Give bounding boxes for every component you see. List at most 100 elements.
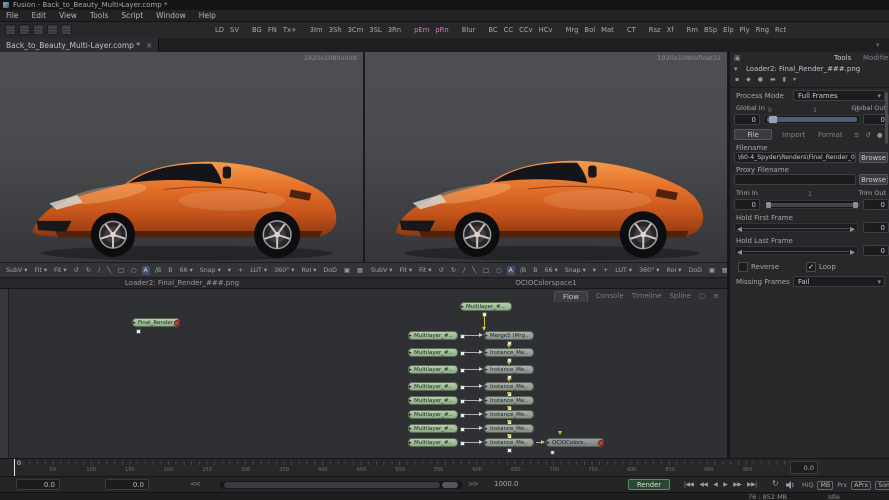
step-back-button[interactable]: ◀ xyxy=(711,482,719,488)
flow-node-instance[interactable]: Instance_Me.. xyxy=(484,424,534,433)
trim-range-track[interactable] xyxy=(764,200,860,209)
go-last-button[interactable]: ▶▶| xyxy=(745,482,758,488)
hold-first-slider[interactable]: ◀ ▶ xyxy=(734,223,858,233)
missing-frames-dropdown[interactable]: Fail ▾ xyxy=(793,276,885,287)
tab-import[interactable]: Import xyxy=(782,131,805,139)
connector-dot[interactable] xyxy=(550,450,555,455)
ruler-track[interactable]: 50 100 150 200 250 300 350 400 450 500 550 600 650 70… xyxy=(14,461,786,475)
flow-node-multilayer-top[interactable]: Multilayer_#.. xyxy=(460,302,512,311)
node-header-icon-1[interactable]: ◆ xyxy=(746,76,751,83)
filename-browse-button[interactable]: Browse xyxy=(859,152,888,163)
hold-last-input[interactable]: 0 xyxy=(863,245,889,256)
tab-format[interactable]: Format xyxy=(818,131,843,139)
connector-square[interactable] xyxy=(507,448,512,453)
panel-menu-icon[interactable]: ▣ xyxy=(734,54,741,62)
node-header-icon-4[interactable]: ▮ xyxy=(783,76,786,83)
flow-node-multilayer[interactable]: Multilayer_#.. xyxy=(408,365,458,374)
proxy-filename-input[interactable] xyxy=(734,174,856,185)
output-dot-icon[interactable] xyxy=(598,440,604,446)
hold-first-input[interactable]: 0 xyxy=(863,222,889,233)
ruler-tick-label: 150 xyxy=(125,467,135,473)
file-tab-icon-1[interactable]: ↺ xyxy=(865,131,870,139)
flow-node-multilayer[interactable]: Multilayer_#.. xyxy=(408,410,458,419)
trim-out-input[interactable]: 0 xyxy=(863,199,889,210)
trim-handle-right[interactable] xyxy=(853,202,858,208)
range-end-value[interactable]: 1000.0 xyxy=(494,480,519,488)
arrowhead-icon xyxy=(479,367,483,371)
flow-node-multilayer[interactable]: Multilayer_#.. xyxy=(408,348,458,357)
trim-handle-left[interactable] xyxy=(766,202,771,208)
audio-icon[interactable] xyxy=(786,481,795,489)
timeline-scrollbar[interactable] xyxy=(220,481,462,489)
flow-panel[interactable]: Flow Console Timeline Spline ○ ≡ Final_R… xyxy=(0,288,727,459)
tab-tools[interactable]: Tools xyxy=(834,54,851,62)
playhead-label: 0 xyxy=(17,460,21,467)
ruler-tick-label: 200 xyxy=(163,467,174,473)
flow-node-final-render[interactable]: Final_Render_. xyxy=(132,318,180,327)
flow-node-instance[interactable]: Instance_Me.. xyxy=(484,348,534,357)
timeline-scrollbar-thumb[interactable] xyxy=(224,482,440,488)
render-button[interactable]: Render xyxy=(628,479,670,490)
play-button[interactable]: ▶ xyxy=(721,482,729,488)
playhead[interactable] xyxy=(14,459,15,477)
toggle-some[interactable]: Some xyxy=(875,480,889,490)
node-header-icon-0[interactable]: ▪ xyxy=(735,76,739,83)
output-dot-icon[interactable] xyxy=(174,320,180,326)
timeline-scrollbar-handle[interactable] xyxy=(442,482,458,488)
proxy-browse-button[interactable]: Browse xyxy=(859,174,888,185)
flow-node-instance[interactable]: Instance_Me.. xyxy=(484,396,534,405)
toggle-hiq[interactable]: HiQ xyxy=(802,482,813,489)
process-mode-dropdown[interactable]: Full Frames ▾ xyxy=(793,90,885,101)
reverse-checkbox[interactable] xyxy=(738,262,748,272)
node-header-icon-5[interactable]: ▾ xyxy=(793,76,796,83)
fast-forward-button[interactable]: ▶▶ xyxy=(731,482,743,488)
ruler-tick-label: 450 xyxy=(356,467,367,473)
toggle-aprx[interactable]: APrx xyxy=(851,480,872,490)
range-start-input[interactable]: 0.0 xyxy=(16,479,60,490)
trim-in-input[interactable]: 0 xyxy=(734,199,760,210)
node-collapse-icon[interactable]: ▾ xyxy=(734,65,738,73)
loop-playback-icon[interactable]: ↻ xyxy=(772,479,779,488)
connector-square[interactable] xyxy=(136,329,141,334)
flow-node-multilayer[interactable]: Multilayer_#.. xyxy=(408,438,458,447)
hold-last-slider[interactable]: ◀ ▶ xyxy=(734,246,858,256)
current-time-input[interactable]: 0.0 xyxy=(105,479,149,490)
flow-node-merge[interactable]: Merge5 (Mrg.. xyxy=(484,331,534,340)
transport-bar: 0.0 0.0 << >> 1000.0 Render |◀◀ ◀◀ ◀ ▶ ▶▶ ▶▶|… xyxy=(0,476,889,493)
node-header-icon-3[interactable]: ▬ xyxy=(770,76,776,83)
tool-rng[interactable]: Rng xyxy=(754,26,771,34)
scroll-left-button[interactable]: << xyxy=(190,480,201,488)
flow-node-instance[interactable]: Instance_Me.. xyxy=(484,410,534,419)
tab-file[interactable]: File xyxy=(734,129,772,140)
toggle-prx[interactable]: Prx xyxy=(837,482,847,489)
go-first-button[interactable]: |◀◀ xyxy=(682,482,695,488)
node-header-icon-2[interactable]: ● xyxy=(758,76,763,83)
flow-node-instance[interactable]: Instance_Me.. xyxy=(484,438,534,447)
flow-node-instance[interactable]: Instance_Me.. xyxy=(484,365,534,374)
flow-node-ocio[interactable]: OCIOColors.. xyxy=(546,438,604,447)
panel-scrollbar[interactable] xyxy=(885,92,888,144)
global-in-input[interactable]: 0 xyxy=(734,114,760,125)
flow-node-instance[interactable]: Instance_Me.. xyxy=(484,382,534,391)
flow-node-multilayer[interactable]: Multilayer_#.. xyxy=(408,331,458,340)
file-tab-icon-0[interactable]: ≡ xyxy=(854,131,859,139)
flow-node-multilayer[interactable]: Multilayer_#.. xyxy=(408,396,458,405)
tab-modifiers[interactable]: Modifiers xyxy=(863,54,889,62)
filename-input[interactable]: \60-4_Spyder\Renders\Final_Render_000.pn… xyxy=(734,152,856,163)
tabbar-caret-icon[interactable]: ▾ xyxy=(876,41,880,49)
chevron-down-icon: ▾ xyxy=(877,277,881,286)
arrowhead-icon xyxy=(479,350,483,354)
tool-rct[interactable]: Rct xyxy=(773,26,788,34)
arrowhead-icon xyxy=(541,440,545,444)
tool-ply[interactable]: Ply xyxy=(738,26,752,34)
time-ruler[interactable]: 50 100 150 200 250 300 350 400 450 500 550 600 650 70… xyxy=(0,458,889,477)
global-range-handle[interactable] xyxy=(769,116,777,123)
file-tab-icon-2[interactable]: ● xyxy=(877,131,883,139)
fast-rewind-button[interactable]: ◀◀ xyxy=(697,482,709,488)
loop-checkbox[interactable] xyxy=(806,262,816,272)
global-range-track[interactable] xyxy=(764,115,860,124)
flow-node-multilayer[interactable]: Multilayer_#.. xyxy=(408,424,458,433)
scroll-right-button[interactable]: >> xyxy=(468,480,479,488)
toggle-mb[interactable]: MB xyxy=(817,480,834,490)
flow-node-multilayer[interactable]: Multilayer_#.. xyxy=(408,382,458,391)
